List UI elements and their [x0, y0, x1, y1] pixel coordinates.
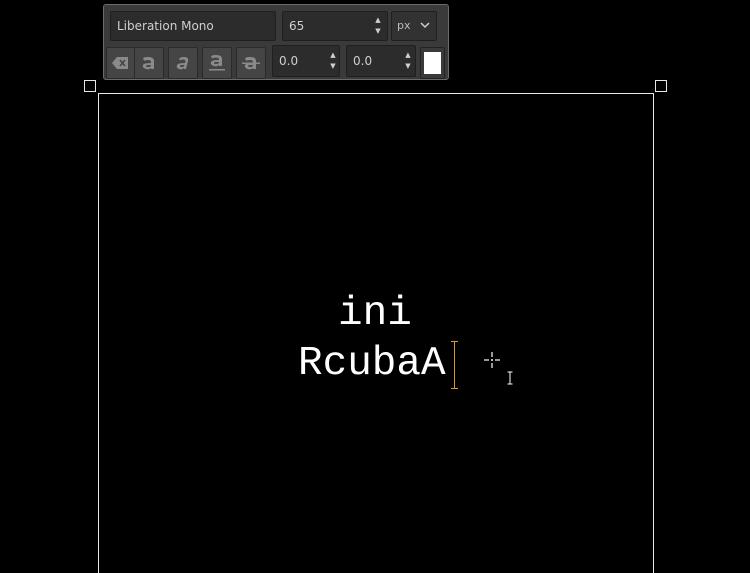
spin-up-icon[interactable]: ▲	[330, 50, 335, 61]
unit-label: px	[397, 19, 411, 32]
strikethrough-icon	[242, 57, 260, 70]
text-style-editor: Liberation Mono 65 ▲ ▼ px 0.0 ▲ ▼ 0.0 ▲ …	[103, 4, 449, 80]
chevron-down-icon	[420, 22, 430, 29]
letter-spacing-spinner[interactable]: ▲ ▼	[325, 45, 341, 77]
spin-up-icon[interactable]: ▲	[375, 15, 380, 26]
italic-button[interactable]	[168, 47, 198, 79]
text-color-button[interactable]	[420, 47, 445, 79]
font-name-field[interactable]: Liberation Mono	[110, 11, 276, 41]
spin-down-icon[interactable]: ▼	[405, 61, 410, 72]
text-line-2[interactable]: RcubaA	[298, 339, 446, 389]
font-size-value: 65	[289, 19, 305, 33]
spin-down-icon[interactable]: ▼	[375, 26, 380, 37]
line-spacing-value: 0.0	[353, 54, 373, 68]
line-spacing-spinner[interactable]: ▲ ▼	[400, 45, 416, 77]
clear-style-button[interactable]	[106, 47, 136, 79]
strikethrough-button[interactable]	[236, 47, 266, 79]
spin-up-icon[interactable]: ▲	[405, 50, 410, 61]
text-line-1[interactable]: ini	[338, 289, 412, 339]
font-size-spinner[interactable]: ▲ ▼	[370, 11, 386, 41]
text-cursor	[451, 341, 458, 389]
italic-icon	[176, 57, 189, 70]
underline-button[interactable]	[202, 47, 232, 79]
underline-icon	[209, 55, 225, 71]
letter-spacing-value: 0.0	[279, 54, 299, 68]
canvas-handle-top-left[interactable]	[84, 80, 96, 92]
unit-select[interactable]: px	[391, 11, 437, 41]
spin-down-icon[interactable]: ▼	[330, 61, 335, 72]
move-cursor-icon	[484, 352, 500, 368]
bold-icon	[142, 57, 154, 70]
canvas-handle-top-right[interactable]	[655, 80, 667, 92]
color-swatch	[424, 52, 441, 74]
clear-style-icon	[112, 57, 128, 69]
ibeam-cursor-icon	[507, 371, 513, 385]
bold-button[interactable]	[134, 47, 164, 79]
